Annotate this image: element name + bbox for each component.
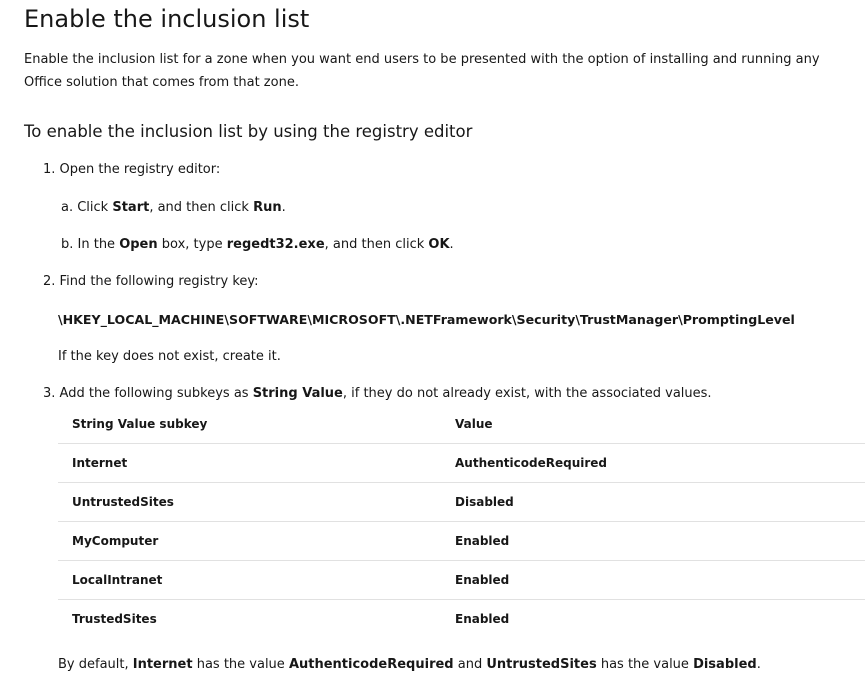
term-disabled: Disabled: [693, 657, 757, 672]
ui-term-run: Run: [253, 200, 282, 215]
term-string-value: String Value: [252, 386, 343, 401]
table-row: LocalIntranet Enabled: [58, 560, 865, 600]
default-values-note: By default, Internet has the value Authe…: [58, 655, 761, 675]
step-text: Add the following subkeys as: [59, 386, 253, 401]
command-regedt32: regedt32.exe: [226, 237, 325, 252]
step-text: , and then click: [149, 200, 254, 215]
subkey-cell: TrustedSites: [72, 612, 157, 626]
value-cell: Enabled: [441, 521, 865, 561]
subkey-table: String Value subkey Value Internet Authe…: [58, 405, 865, 638]
page-title: Enable the inclusion list: [24, 5, 310, 33]
step-text: .: [449, 237, 454, 252]
step-text: .: [281, 200, 286, 215]
value-cell: Disabled: [441, 482, 865, 522]
step-2: 2. Find the following registry key:: [43, 272, 259, 292]
step-1: 1. Open the registry editor:: [43, 160, 220, 180]
note-text: has the value: [192, 657, 289, 672]
subkey-cell: UntrustedSites: [58, 482, 441, 522]
section-heading: To enable the inclusion list by using th…: [24, 122, 473, 141]
table-header-row: String Value subkey Value: [58, 405, 865, 444]
step-1b: b. In the Open box, type regedt32.exe, a…: [61, 235, 454, 255]
column-header-value: Value: [441, 405, 865, 444]
value-cell: Enabled: [455, 612, 510, 626]
note-text: has the value: [596, 657, 694, 672]
step-text: , and then click: [324, 237, 429, 252]
step-number: 3.: [43, 386, 60, 401]
subkey-cell: Internet: [58, 443, 441, 483]
step-1a: a. Click Start, and then click Run.: [61, 198, 286, 218]
step-text: box, type: [157, 237, 227, 252]
note-text: and: [453, 657, 487, 672]
step-text: , if they do not already exist, with the…: [342, 386, 712, 401]
value-cell: Enabled: [441, 560, 865, 600]
step-text: b. In the: [61, 237, 120, 252]
registry-key-path: \HKEY_LOCAL_MACHINE\SOFTWARE\MICROSOFT\.…: [58, 312, 795, 327]
intro-paragraph: Enable the inclusion list for a zone whe…: [24, 52, 820, 90]
table-row: UntrustedSites Disabled: [58, 482, 865, 522]
table-row: Internet AuthenticodeRequired: [58, 443, 865, 483]
ui-term-ok: OK: [428, 237, 450, 252]
table-row: MyComputer Enabled: [58, 521, 865, 561]
term-untrusted-sites: UntrustedSites: [486, 657, 597, 672]
ui-term-open: Open: [119, 237, 158, 252]
ui-term-start: Start: [112, 200, 150, 215]
note-text: By default,: [58, 657, 133, 672]
subkey-cell: LocalIntranet: [58, 560, 441, 600]
step-number: 2.: [43, 274, 60, 289]
step-2-note: If the key does not exist, create it.: [58, 349, 281, 364]
value-cell: AuthenticodeRequired: [441, 443, 865, 483]
note-text: .: [756, 657, 761, 672]
step-3: 3. Add the following subkeys as String V…: [43, 384, 712, 404]
column-header-subkey: String Value subkey: [58, 405, 441, 444]
step-number: 1.: [43, 162, 60, 177]
table-row: TrustedSites Enabled: [58, 600, 865, 639]
subkey-cell: MyComputer: [58, 521, 441, 561]
step-text: Open the registry editor:: [59, 162, 221, 177]
term-internet: Internet: [132, 657, 193, 672]
step-text: Find the following registry key:: [59, 274, 259, 289]
term-authenticode-required: AuthenticodeRequired: [288, 657, 454, 672]
step-text: a. Click: [61, 200, 113, 215]
